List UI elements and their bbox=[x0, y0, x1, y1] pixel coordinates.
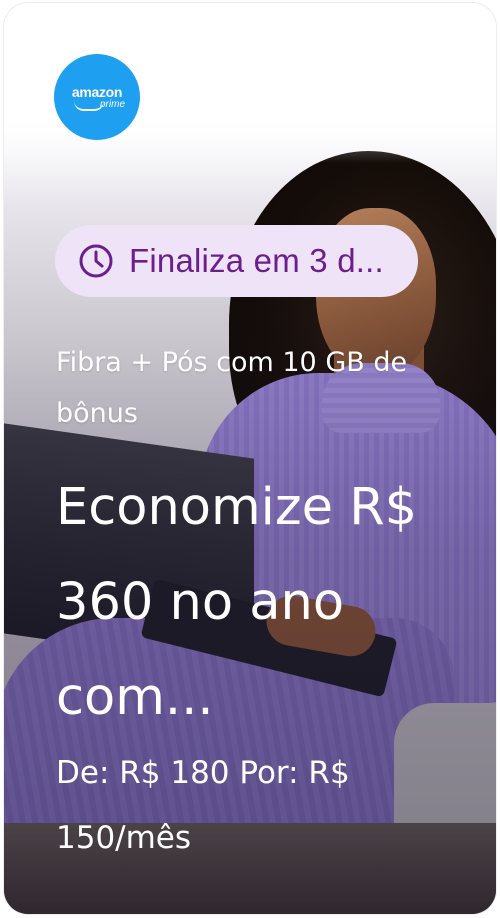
offer-headline: Economize R$ 360 no ano com... bbox=[56, 478, 418, 727]
logo-wordmark: amazon bbox=[71, 84, 123, 100]
deadline-text: Finaliza em 3 d... bbox=[129, 242, 384, 279]
clock-icon bbox=[79, 244, 113, 278]
offer-card[interactable]: amazon prime Finaliza em 3 d... Fibra + … bbox=[4, 3, 496, 914]
deadline-badge: Finaliza em 3 d... bbox=[55, 225, 418, 297]
amazon-prime-logo: amazon prime bbox=[54, 54, 140, 140]
offer-subtitle: Fibra + Pós com 10 GB de bônus bbox=[56, 347, 408, 429]
logo-subword: prime bbox=[100, 99, 126, 110]
offer-price: De: R$ 180 Por: R$ 150/mês bbox=[56, 755, 350, 856]
